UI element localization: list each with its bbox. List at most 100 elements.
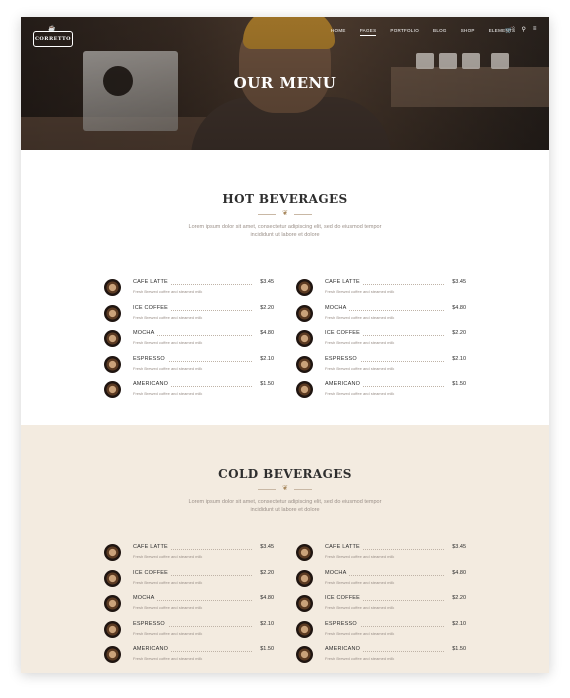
- item-price: $4.80: [260, 595, 274, 601]
- item-desc: Fresh Brewed coffee and steamed milk: [133, 314, 203, 320]
- nav-blog[interactable]: BLOG: [433, 28, 447, 36]
- item-desc: Fresh Brewed coffee and steamed milk: [133, 340, 203, 345]
- item-price: $1.50: [452, 646, 466, 652]
- item-price: $1.50: [260, 646, 274, 652]
- item-name: ICE COFFEE: [325, 595, 364, 601]
- item-desc: Fresh Brewed coffee and steamed milk: [133, 289, 203, 294]
- menu-icon[interactable]: ≡: [533, 26, 537, 34]
- item-price: $4.80: [452, 304, 466, 311]
- coffee-cup-image: [296, 646, 313, 663]
- menu-item[interactable]: ICE COFFEE $2.20 Fresh Brewed coffee and s…: [104, 568, 274, 594]
- item-name: AMERICANO: [133, 381, 172, 387]
- menu-item[interactable]: CAFE LATTE $3.45 Fresh Brewed coffee and s…: [296, 542, 466, 568]
- menu-column-right: CAFE LATTE $3.45 Fresh Brewed coffee and s…: [296, 277, 466, 405]
- main-nav: HOME PAGES PORTFOLIO BLOG SHOP ELEMENTS: [331, 28, 529, 36]
- coffee-cup-image: [296, 569, 313, 587]
- hot-beverages-section: HOT BEVERAGES ❦ Lorem ipsum dolor sit am…: [21, 150, 549, 425]
- item-desc: Fresh Brewed coffee and steamed milk: [133, 579, 203, 585]
- menu-item[interactable]: ESPRESSO $2.10 Fresh Brewed coffee and ste…: [104, 354, 274, 380]
- menu-column-left: CAFE LATTE $3.45 Fresh Brewed coffee and s…: [104, 542, 274, 670]
- menu-item[interactable]: MOCHA $4.80 Fresh Brewed coffee and steame…: [296, 303, 466, 329]
- nav-shop[interactable]: SHOP: [461, 28, 475, 36]
- menu-column-right: CAFE LATTE $3.45 Fresh Brewed coffee and s…: [296, 542, 466, 670]
- item-desc: Fresh Brewed coffee and steamed milk: [133, 630, 203, 636]
- menu-item[interactable]: CAFE LATTE $3.45 Fresh Brewed coffee and s…: [104, 542, 274, 568]
- coffee-cup-image: [104, 595, 121, 612]
- item-name: ESPRESSO: [133, 355, 168, 362]
- coffee-cup-image: [104, 381, 121, 398]
- menu-item[interactable]: ICE COFFEE $2.20 Fresh Brewed coffee and s…: [296, 328, 466, 354]
- item-desc: Fresh Brewed coffee and steamed milk: [325, 554, 395, 559]
- menu-item[interactable]: AMERICANO $1.50 Fresh Brewed coffee and st…: [296, 379, 466, 405]
- item-name: CAFE LATTE: [133, 279, 171, 285]
- cart-icon[interactable]: 🛒0: [505, 26, 514, 34]
- menu-item[interactable]: CAFE LATTE $3.45 Fresh Brewed coffee and s…: [296, 277, 466, 303]
- item-desc: Fresh Brewed coffee and steamed milk: [325, 630, 395, 636]
- page-frame: ☕ CORRETTO HOME PAGES PORTFOLIO BLOG SHO…: [21, 17, 549, 673]
- coffee-cup-image: [104, 330, 121, 347]
- item-name: MOCHA: [325, 304, 350, 311]
- item-name: MOCHA: [133, 330, 158, 336]
- item-desc: Fresh Brewed coffee and steamed milk: [325, 340, 395, 345]
- menu-item[interactable]: ESPRESSO $2.10 Fresh Brewed coffee and ste…: [104, 619, 274, 645]
- site-logo[interactable]: CORRETTO: [33, 31, 73, 47]
- menu-item[interactable]: MOCHA $4.80 Fresh Brewed coffee and steame…: [104, 593, 274, 619]
- nav-icons: 🛒0 ⚲ ≡: [505, 26, 536, 34]
- menu-item[interactable]: MOCHA $4.80 Fresh Brewed coffee and steame…: [296, 568, 466, 594]
- item-desc: Fresh Brewed coffee and steamed milk: [133, 656, 203, 661]
- coffee-cup-image: [104, 279, 121, 296]
- item-name: AMERICANO: [133, 646, 172, 652]
- coffee-cup-image: [104, 569, 121, 587]
- item-desc: Fresh Brewed coffee and steamed milk: [325, 579, 395, 585]
- coffee-cup-image: [104, 304, 121, 322]
- section-divider: ❦: [258, 210, 312, 218]
- item-name: MOCHA: [325, 569, 350, 576]
- nav-home[interactable]: HOME: [331, 28, 346, 36]
- menu-item[interactable]: ICE COFFEE $2.20 Fresh Brewed coffee and s…: [104, 303, 274, 329]
- menu-item[interactable]: AMERICANO $1.50 Fresh Brewed coffee and st…: [104, 379, 274, 405]
- item-price: $1.50: [452, 381, 466, 387]
- cart-count: 0: [512, 26, 515, 30]
- menu-item[interactable]: AMERICANO $1.50 Fresh Brewed coffee and st…: [296, 644, 466, 670]
- item-price: $1.50: [260, 381, 274, 387]
- item-desc: Fresh Brewed coffee and steamed milk: [325, 365, 395, 371]
- item-price: $3.45: [452, 544, 466, 550]
- coffee-cup-image: [296, 279, 313, 296]
- coffee-cup-image: [104, 646, 121, 663]
- item-desc: Fresh Brewed coffee and steamed milk: [133, 554, 203, 559]
- coffee-cup-image: [104, 620, 121, 638]
- menu-item[interactable]: AMERICANO $1.50 Fresh Brewed coffee and st…: [104, 644, 274, 670]
- item-desc: Fresh Brewed coffee and steamed milk: [133, 391, 203, 396]
- section-divider: ❦: [258, 485, 312, 493]
- item-name: MOCHA: [133, 595, 158, 601]
- coffee-cup-image: [104, 544, 121, 561]
- item-desc: Fresh Brewed coffee and steamed milk: [325, 605, 395, 610]
- nav-pages[interactable]: PAGES: [359, 28, 377, 36]
- item-desc: Fresh Brewed coffee and steamed milk: [133, 605, 203, 610]
- menu-column-left: CAFE LATTE $3.45 Fresh Brewed coffee and s…: [104, 277, 274, 405]
- item-name: ICE COFFEE: [133, 304, 172, 311]
- item-price: $2.20: [452, 330, 466, 336]
- coffee-cup-image: [296, 595, 313, 612]
- menu-item[interactable]: ESPRESSO $2.10 Fresh Brewed coffee and ste…: [296, 619, 466, 645]
- menu-item[interactable]: CAFE LATTE $3.45 Fresh Brewed coffee and s…: [104, 277, 274, 303]
- section-description: Lorem ipsum dolor sit amet, consectetur …: [188, 499, 382, 513]
- hero-banner: ☕ CORRETTO HOME PAGES PORTFOLIO BLOG SHO…: [21, 17, 549, 150]
- menu-item[interactable]: MOCHA $4.80 Fresh Brewed coffee and steame…: [104, 328, 274, 354]
- item-price: $4.80: [452, 569, 466, 576]
- section-description: Lorem ipsum dolor sit amet, consectetur …: [188, 224, 382, 238]
- section-title: HOT BEVERAGES: [222, 192, 348, 206]
- item-price: $3.45: [260, 279, 274, 285]
- item-price: $3.45: [452, 279, 466, 285]
- item-name: AMERICANO: [325, 381, 364, 387]
- item-desc: Fresh Brewed coffee and steamed milk: [325, 391, 395, 396]
- search-icon[interactable]: ⚲: [521, 26, 525, 34]
- coffee-cup-image: [296, 304, 313, 322]
- item-name: CAFE LATTE: [325, 279, 363, 285]
- menu-item[interactable]: ESPRESSO $2.10 Fresh Brewed coffee and ste…: [296, 354, 466, 380]
- nav-portfolio[interactable]: PORTFOLIO: [390, 28, 419, 36]
- coffee-cup-image: [104, 355, 121, 373]
- item-name: ESPRESSO: [133, 620, 168, 627]
- page-title: OUR MENU: [233, 74, 337, 92]
- menu-item[interactable]: ICE COFFEE $2.20 Fresh Brewed coffee and s…: [296, 593, 466, 619]
